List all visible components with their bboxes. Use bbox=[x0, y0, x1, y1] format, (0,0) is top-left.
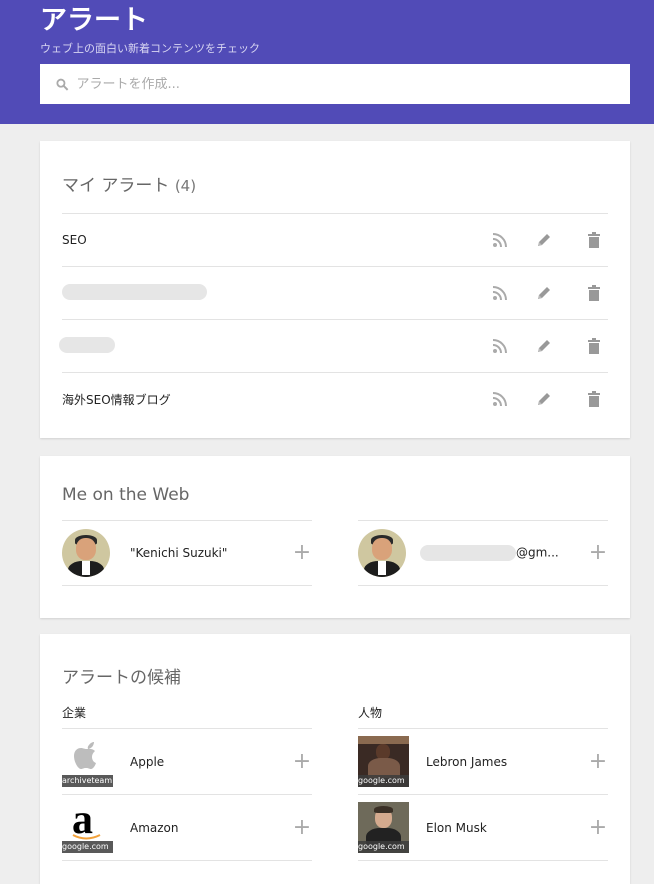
alert-row[interactable]: SEO bbox=[62, 213, 608, 266]
alert-row[interactable] bbox=[62, 266, 608, 319]
rss-icon[interactable] bbox=[490, 336, 510, 356]
trash-icon[interactable] bbox=[584, 389, 604, 409]
trash-icon[interactable] bbox=[584, 336, 604, 356]
trash-icon[interactable] bbox=[584, 230, 604, 250]
me-on-web-row[interactable]: "Kenichi Suzuki" + bbox=[62, 520, 312, 586]
suggestions-card: アラートの候補 企業 archiveteam Apple + a google.… bbox=[40, 634, 630, 884]
add-alert-plus-icon[interactable]: + bbox=[292, 816, 312, 838]
suggestion-row[interactable]: google.com Elon Musk + bbox=[358, 795, 608, 861]
edit-pencil-icon[interactable] bbox=[534, 283, 554, 303]
edit-pencil-icon[interactable] bbox=[534, 336, 554, 356]
companies-heading: 企業 bbox=[62, 704, 312, 729]
edit-pencil-icon[interactable] bbox=[534, 389, 554, 409]
suggestion-row[interactable]: archiveteam Apple + bbox=[62, 729, 312, 795]
search-input[interactable] bbox=[76, 76, 630, 92]
page-title: アラート bbox=[40, 5, 148, 36]
thumbnail-caption: archiveteam bbox=[62, 775, 113, 787]
people-heading: 人物 bbox=[358, 704, 608, 729]
amazon-logo-thumbnail: a google.com bbox=[62, 802, 113, 853]
redacted-text bbox=[62, 283, 207, 300]
me-on-web-card: Me on the Web "Kenichi Suzuki" + @gm... … bbox=[40, 456, 630, 618]
my-alerts-card: マイ アラート (4) SEO 海外SEO情報ブログ bbox=[40, 141, 630, 438]
companies-column: 企業 archiveteam Apple + a google.com Amaz… bbox=[62, 704, 312, 861]
alert-name-redacted[interactable] bbox=[62, 283, 490, 303]
search-icon bbox=[56, 78, 69, 91]
me-on-web-label: @gm... bbox=[420, 545, 588, 561]
me-on-web-title: Me on the Web bbox=[62, 485, 190, 505]
suggestion-row[interactable]: google.com Lebron James + bbox=[358, 729, 608, 795]
me-on-web-row[interactable]: @gm... + bbox=[358, 520, 608, 586]
suggestion-label: Apple bbox=[130, 754, 165, 769]
person-photo-thumbnail: google.com bbox=[358, 736, 409, 787]
rss-icon[interactable] bbox=[490, 389, 510, 409]
my-alerts-count: (4) bbox=[174, 177, 197, 195]
suggestion-label: Elon Musk bbox=[426, 820, 487, 835]
my-alerts-title-text: マイ アラート bbox=[62, 176, 170, 196]
thumbnail-caption: google.com bbox=[358, 775, 409, 787]
add-alert-plus-icon[interactable]: + bbox=[292, 750, 312, 772]
avatar bbox=[358, 529, 406, 577]
alert-name-redacted[interactable] bbox=[59, 336, 490, 356]
avatar bbox=[62, 529, 110, 577]
suggestion-label: Amazon bbox=[130, 820, 179, 835]
apple-logo-thumbnail: archiveteam bbox=[62, 736, 113, 787]
me-on-web-item: "Kenichi Suzuki" + bbox=[62, 520, 312, 586]
app-header: アラート ウェブ上の面白い新着コンテンツをチェック bbox=[0, 0, 654, 124]
me-on-web-label: "Kenichi Suzuki" bbox=[130, 546, 228, 560]
rss-icon[interactable] bbox=[490, 230, 510, 250]
rss-icon[interactable] bbox=[490, 283, 510, 303]
my-alerts-title: マイ アラート (4) bbox=[62, 141, 608, 213]
add-alert-plus-icon[interactable]: + bbox=[588, 750, 608, 772]
page-subtitle: ウェブ上の面白い新着コンテンツをチェック bbox=[40, 42, 260, 55]
email-suffix: @gm... bbox=[516, 545, 559, 560]
alert-row[interactable] bbox=[59, 319, 608, 372]
redacted-text bbox=[420, 545, 516, 561]
search-box[interactable] bbox=[40, 64, 630, 104]
suggestion-label: Lebron James bbox=[426, 754, 508, 769]
alert-name[interactable]: 海外SEO情報ブログ bbox=[62, 391, 490, 408]
trash-icon[interactable] bbox=[584, 283, 604, 303]
person-photo-thumbnail: google.com bbox=[358, 802, 409, 853]
suggestion-row[interactable]: a google.com Amazon + bbox=[62, 795, 312, 861]
thumbnail-caption: google.com bbox=[358, 841, 409, 853]
me-on-web-item: @gm... + bbox=[358, 520, 608, 586]
people-column: 人物 google.com Lebron James + google.com … bbox=[358, 704, 608, 861]
add-alert-plus-icon[interactable]: + bbox=[292, 542, 312, 564]
edit-pencil-icon[interactable] bbox=[534, 230, 554, 250]
suggestions-title: アラートの候補 bbox=[62, 668, 181, 688]
redacted-text bbox=[59, 336, 115, 353]
add-alert-plus-icon[interactable]: + bbox=[588, 542, 608, 564]
alert-row[interactable]: 海外SEO情報ブログ bbox=[62, 372, 608, 425]
thumbnail-caption: google.com bbox=[62, 841, 113, 853]
add-alert-plus-icon[interactable]: + bbox=[588, 816, 608, 838]
alert-name[interactable]: SEO bbox=[62, 233, 490, 247]
